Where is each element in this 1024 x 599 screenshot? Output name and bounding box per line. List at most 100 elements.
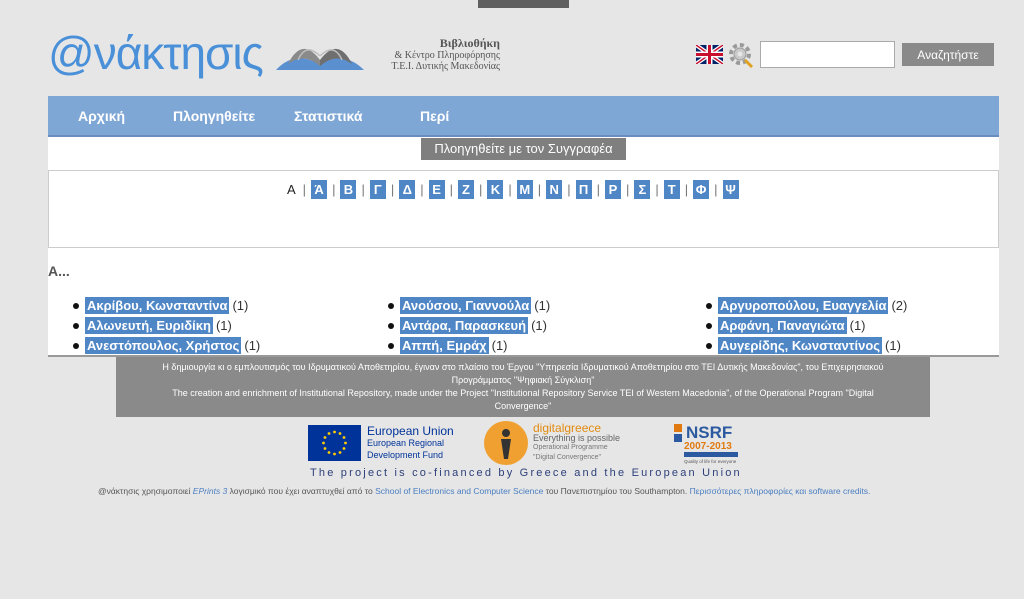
- item-count: (2): [891, 298, 908, 313]
- letter-separator: |: [537, 182, 542, 197]
- list-item: Αργυροπούλου, Ευαγγελία (2): [703, 296, 907, 316]
- alphabet-index: Α | Ά | Β | Γ | Δ | Ε | Ζ | Κ | Μ | Ν | …: [287, 180, 739, 199]
- letter-link[interactable]: Ά: [311, 180, 328, 199]
- letter-link[interactable]: Τ: [663, 180, 680, 199]
- eu-logo: European Union European Regional Develop…: [308, 423, 463, 463]
- more-info-link[interactable]: Περισσότερες πληροφορίες και software cr…: [690, 486, 871, 496]
- digitalgreece-logo: digitalgreece Everything is possible Ope…: [484, 419, 654, 467]
- item-count: (1): [534, 298, 551, 313]
- dg-title: digitalgreece: [533, 421, 602, 435]
- top-tab: [478, 0, 569, 8]
- author-list-col3: Αργυροπούλου, Ευαγγελία (2) Αρφάνη, Παναγ…: [703, 296, 907, 356]
- author-link[interactable]: Αλωνευτή, Ευριδίκη: [85, 317, 213, 334]
- dg-sub: Everything is possible: [533, 433, 621, 443]
- library-line1: Βιβλιοθήκη: [439, 36, 500, 50]
- letter-separator: |: [567, 182, 571, 197]
- letter-link[interactable]: Ζ: [458, 180, 475, 199]
- letter-link[interactable]: Β: [340, 180, 357, 199]
- letter-link[interactable]: Δ: [399, 180, 416, 199]
- section-title: Α...: [48, 263, 70, 279]
- nav-statistics[interactable]: Στατιστικά: [294, 108, 362, 124]
- search-input[interactable]: [760, 41, 895, 68]
- credits-mid: λογισμικό που έχει αναπτυχθεί από το: [229, 486, 373, 496]
- search-button[interactable]: Αναζητήστε: [902, 43, 994, 66]
- letter-link[interactable]: Κ: [487, 180, 504, 199]
- credits-univ: του Πανεπιστημίου του Southampton.: [545, 486, 688, 496]
- author-link[interactable]: Αργυροπούλου, Ευαγγελία: [718, 297, 889, 314]
- main-navbar: Αρχική Πλοηγηθείτε Στατιστικά Περί: [48, 96, 999, 137]
- eu-title: European Union: [367, 424, 454, 438]
- letter-separator: |: [390, 182, 395, 197]
- english-flag-icon[interactable]: [696, 45, 723, 64]
- footer-info-box: Η δημιουργία κι ο εμπλουτισμός του Ιδρυμ…: [116, 357, 930, 417]
- nav-browse[interactable]: Πλοηγηθείτε: [173, 108, 255, 124]
- author-link[interactable]: Ακρίβου, Κωνσταντίνα: [85, 297, 230, 314]
- letter-separator: |: [361, 182, 365, 197]
- school-link[interactable]: School of Electronics and Computer Scien…: [375, 486, 543, 496]
- list-item: Αππή, Εμράχ (1): [385, 336, 550, 356]
- library-line3: Τ.Ε.Ι. Δυτικής Μακεδονίας: [391, 61, 500, 72]
- list-item: Ανούσου, Γιαννούλα (1): [385, 296, 550, 316]
- author-link[interactable]: Αρφάνη, Παναγιώτα: [718, 317, 847, 334]
- eu-sub1: European Regional: [367, 438, 445, 448]
- letter-separator: |: [302, 182, 307, 197]
- item-count: (1): [849, 318, 866, 333]
- list-item: Αντάρα, Παρασκευή (1): [385, 316, 550, 336]
- list-item: Αλωνευτή, Ευριδίκη (1): [70, 316, 260, 336]
- digitalgreece-text: digitalgreece Everything is possible Ope…: [533, 421, 621, 463]
- digitalgreece-icon: [484, 421, 528, 465]
- letter-link[interactable]: Π: [575, 180, 592, 199]
- letter-separator: |: [332, 182, 336, 197]
- eprints-link[interactable]: EPrints 3: [193, 486, 228, 496]
- letter-link[interactable]: Ε: [428, 180, 445, 199]
- item-count: (1): [232, 298, 249, 313]
- list-item: Ανεστόπουλος, Χρήστος (1): [70, 336, 260, 356]
- item-count: (1): [491, 338, 508, 353]
- letter-link[interactable]: Φ: [693, 180, 710, 199]
- letter-current: Α: [287, 182, 296, 197]
- letter-separator: |: [449, 182, 454, 197]
- letter-link[interactable]: Σ: [634, 180, 651, 199]
- author-link[interactable]: Ανούσου, Γιαννούλα: [400, 297, 532, 314]
- author-link[interactable]: Αππή, Εμράχ: [400, 337, 489, 354]
- letter-link[interactable]: Ρ: [604, 180, 621, 199]
- credits-line: @νάκτησις χρησιμοποιεί EPrints 3 λογισμι…: [98, 486, 870, 496]
- library-line2: & Κέντρο Πληροφόρησης: [394, 50, 500, 61]
- nav-home[interactable]: Αρχική: [78, 108, 125, 124]
- author-list-col2: Ανούσου, Γιαννούλα (1) Αντάρα, Παρασκευή(…: [385, 296, 550, 356]
- book-logo-icon: [276, 48, 364, 70]
- footer-greek-line1: Η δημιουργία κι ο εμπλουτισμός του Ιδρυμ…: [162, 362, 884, 372]
- letter-separator: |: [508, 182, 512, 197]
- item-count: (1): [531, 318, 547, 333]
- browse-by-author-badge: Πλοηγηθείτε με τον Συγγραφέα: [421, 138, 626, 160]
- nsrf-sub: Quality of life for everyone: [684, 459, 737, 464]
- item-count: (1): [215, 318, 232, 333]
- letter-link[interactable]: Ν: [546, 180, 563, 199]
- dg-op2: "Digital Convergence": [533, 454, 602, 461]
- letter-separator: |: [655, 182, 659, 197]
- cofinanced-text: The project is co-financed by Greece and…: [310, 467, 742, 479]
- author-link[interactable]: Ανεστόπουλος, Χρήστος: [85, 337, 242, 354]
- gear-icon[interactable]: [727, 40, 755, 68]
- dg-op1: Operational Programme: [533, 444, 608, 451]
- letter-link[interactable]: Γ: [369, 180, 386, 199]
- eu-sub2: Development Fund: [367, 450, 444, 460]
- letter-link[interactable]: Ψ: [722, 180, 739, 199]
- letter-separator: |: [420, 182, 424, 197]
- nav-about[interactable]: Περί: [420, 108, 449, 124]
- library-name: Βιβλιοθήκη & Κέντρο Πληροφόρησης Τ.Ε.Ι. …: [370, 36, 500, 72]
- credits-prefix: @νάκτησις χρησιμοποιεί: [98, 486, 191, 496]
- nsrf-logo: NSRF 2007-2013 Quality of life for every…: [674, 423, 738, 464]
- letter-link[interactable]: Μ: [516, 180, 533, 199]
- list-item: Ακρίβου, Κωνσταντίνα (1): [70, 296, 260, 316]
- letter-separator: |: [684, 182, 689, 197]
- list-item: Αρφάνη, Παναγιώτα (1): [703, 316, 907, 336]
- author-link[interactable]: Αντάρα, Παρασκευή: [400, 317, 529, 334]
- site-logo[interactable]: @νάκτησις: [48, 26, 264, 80]
- footer-greek-line2: Προγράμματος "Ψηφιακή Σύγκλιση": [451, 375, 595, 385]
- author-list-col1: Ακρίβου, Κωνσταντίνα (1) Αλωνευτή, Ευριδί…: [70, 296, 260, 356]
- list-item: Αυγερίδης, Κωνσταντίνος (1): [703, 336, 907, 356]
- letter-separator: |: [625, 182, 630, 197]
- author-link[interactable]: Αυγερίδης, Κωνσταντίνος: [718, 337, 883, 354]
- eu-text: European Union European Regional Develop…: [367, 425, 454, 461]
